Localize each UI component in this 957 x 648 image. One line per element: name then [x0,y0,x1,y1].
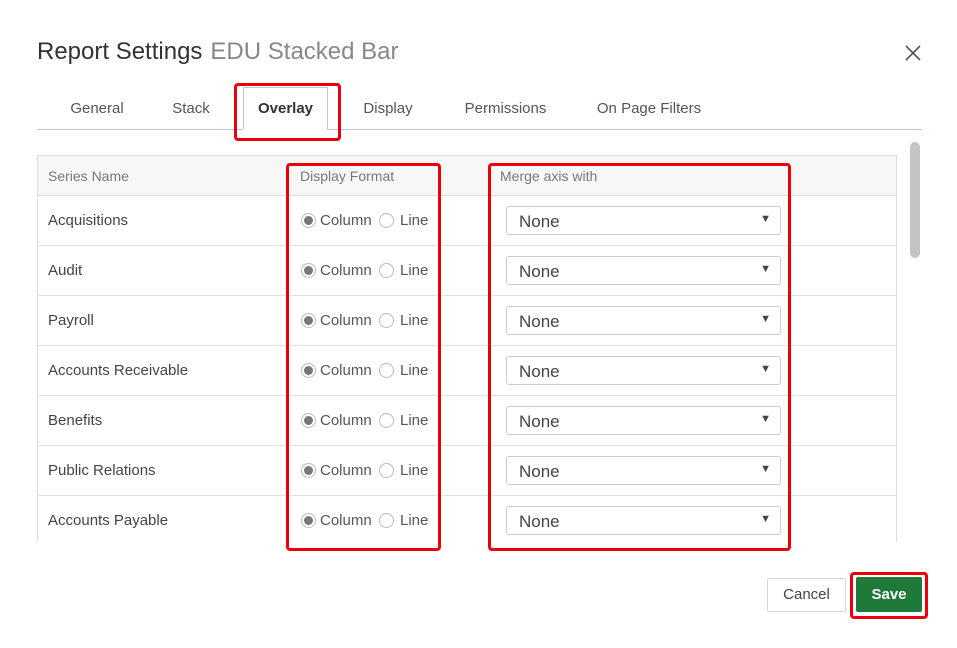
overlay-series-table: Series Name Display Format Merge axis wi… [37,155,897,542]
tab-stack[interactable]: Stack [162,88,220,130]
dialog-title-text: Report Settings [37,38,203,65]
chevron-down-icon: ▼ [760,363,771,375]
tab-overlay[interactable]: Overlay [243,87,328,130]
series-name: Audit [48,262,83,279]
close-icon [905,45,921,61]
merge-axis-value: None [519,362,560,381]
merge-axis-select[interactable]: None ▼ [506,406,781,435]
series-name: Benefits [48,412,103,429]
tab-on-page-filters[interactable]: On Page Filters [589,88,709,130]
radio-line[interactable] [379,513,394,528]
chevron-down-icon: ▼ [760,413,771,425]
table-row: Accounts Payable Column Line None ▼ [38,496,896,542]
radio-column[interactable] [301,463,316,478]
chevron-down-icon: ▼ [760,313,771,325]
table-row: Audit Column Line None ▼ [38,246,896,296]
radio-line[interactable] [379,413,394,428]
header-series-name: Series Name [48,168,129,184]
radio-column[interactable] [301,313,316,328]
tab-permissions[interactable]: Permissions [452,88,559,130]
merge-axis-select[interactable]: None ▼ [506,206,781,235]
tab-display[interactable]: Display [351,88,425,130]
radio-line-label: Line [400,512,429,529]
table-row: Accounts Receivable Column Line None ▼ [38,346,896,396]
series-name: Accounts Payable [48,512,169,529]
series-name: Public Relations [48,462,156,479]
cancel-button[interactable]: Cancel [767,578,846,612]
tab-bar: General Stack Overlay Display Permission… [37,87,922,130]
header-display-format: Display Format [300,168,395,184]
radio-column-label: Column [320,462,372,479]
merge-axis-select[interactable]: None ▼ [506,456,781,485]
radio-line[interactable] [379,263,394,278]
series-name: Acquisitions [48,212,129,229]
merge-axis-value: None [519,412,560,431]
chevron-down-icon: ▼ [760,463,771,475]
chevron-down-icon: ▼ [760,263,771,275]
series-name: Payroll [48,312,94,329]
close-button[interactable] [900,40,926,66]
dialog-subtitle: EDU Stacked Bar [210,38,399,65]
radio-column[interactable] [301,513,316,528]
radio-line-label: Line [400,412,429,429]
table-row: Acquisitions Column Line None ▼ [38,196,896,246]
merge-axis-value: None [519,462,560,481]
dialog-title: Report Settings EDU Stacked Bar [37,38,399,66]
merge-axis-select[interactable]: None ▼ [506,506,781,535]
chevron-down-icon: ▼ [760,213,771,225]
radio-column[interactable] [301,213,316,228]
radio-column[interactable] [301,413,316,428]
radio-line-label: Line [400,462,429,479]
save-button[interactable]: Save [856,577,922,612]
merge-axis-value: None [519,262,560,281]
radio-line[interactable] [379,463,394,478]
radio-column-label: Column [320,312,372,329]
radio-column-label: Column [320,412,372,429]
merge-axis-select[interactable]: None ▼ [506,256,781,285]
series-name: Accounts Receivable [48,362,189,379]
header-merge-axis: Merge axis with [500,168,598,184]
merge-axis-value: None [519,312,560,331]
merge-axis-select[interactable]: None ▼ [506,306,781,335]
radio-line-label: Line [400,262,429,279]
radio-column-label: Column [320,262,372,279]
radio-column-label: Column [320,212,372,229]
table-row: Payroll Column Line None ▼ [38,296,896,346]
radio-column[interactable] [301,363,316,378]
table-row: Benefits Column Line None ▼ [38,396,896,446]
radio-column-label: Column [320,362,372,379]
merge-axis-select[interactable]: None ▼ [506,356,781,385]
tab-general[interactable]: General [62,88,132,130]
radio-line-label: Line [400,312,429,329]
radio-line-label: Line [400,212,429,229]
table-row: Public Relations Column Line None ▼ [38,446,896,496]
chevron-down-icon: ▼ [760,513,771,525]
radio-line[interactable] [379,313,394,328]
table-header: Series Name Display Format Merge axis wi… [38,156,896,196]
vertical-scrollbar[interactable] [910,142,920,258]
radio-line[interactable] [379,213,394,228]
radio-column-label: Column [320,512,372,529]
merge-axis-value: None [519,212,560,231]
radio-line[interactable] [379,363,394,378]
merge-axis-value: None [519,512,560,531]
radio-line-label: Line [400,362,429,379]
radio-column[interactable] [301,263,316,278]
